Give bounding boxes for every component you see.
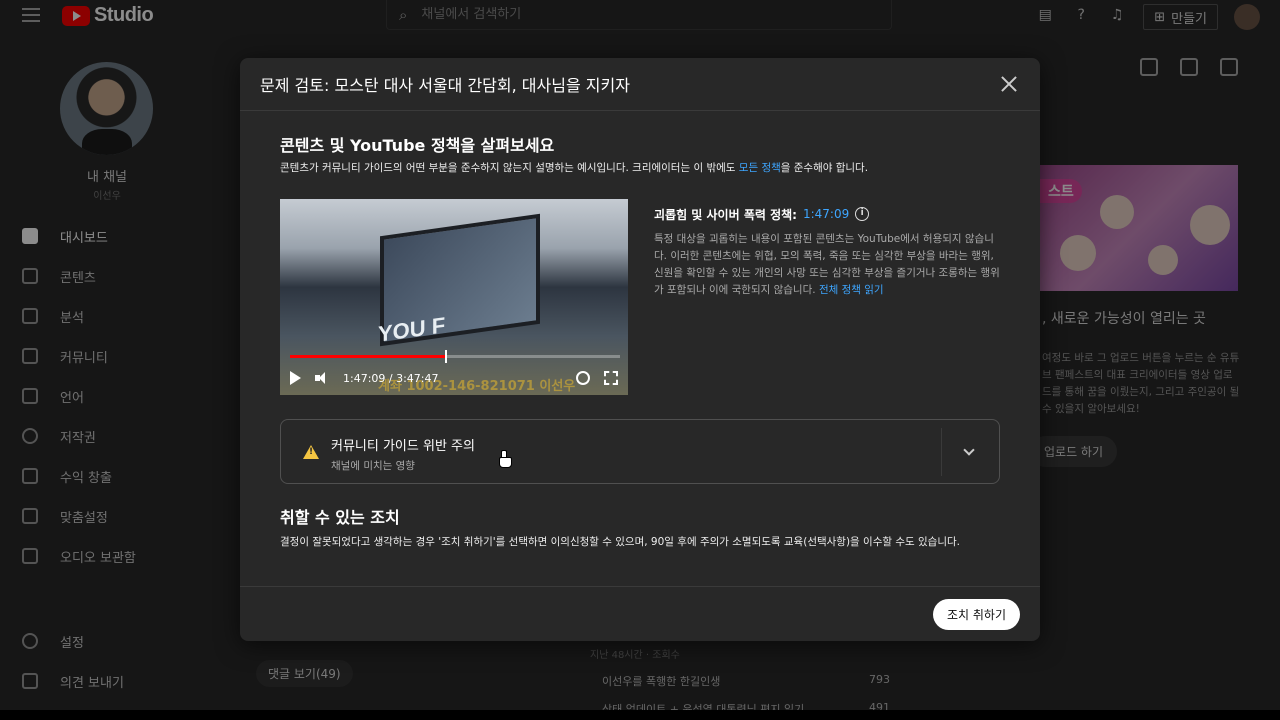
policy-title: 괴롭힘 및 사이버 폭력 정책: 1:47:09 i bbox=[654, 199, 1004, 229]
volume-icon[interactable] bbox=[315, 372, 329, 384]
progress-bar[interactable] bbox=[290, 350, 620, 363]
player-controls: 1:47:09 / 3:47:47 bbox=[280, 365, 628, 391]
take-action-button[interactable]: 조치 취하기 bbox=[932, 599, 1020, 630]
dialog-header: 문제 검토: 모스탄 대사 서울대 간담회, 대사님을 지키자 bbox=[240, 58, 1040, 111]
play-icon[interactable] bbox=[290, 371, 301, 385]
dialog-footer: 조치 취하기 bbox=[240, 586, 1040, 641]
close-icon[interactable] bbox=[1000, 75, 1018, 93]
desc-text: 콘텐츠가 커뮤니티 가이드의 어떤 부분을 준수하지 않는지 설명하는 예시입니… bbox=[280, 162, 739, 174]
desc-text: 을 준수해야 합니다. bbox=[780, 162, 869, 174]
fullscreen-icon[interactable] bbox=[604, 371, 618, 385]
policy-section-title: 콘텐츠 및 YouTube 정책을 살펴보세요 bbox=[280, 136, 555, 155]
actions-section-title: 취할 수 있는 조치 bbox=[280, 508, 400, 527]
chevron-down-icon[interactable] bbox=[963, 444, 975, 456]
player-settings-icon[interactable] bbox=[576, 371, 590, 385]
all-policies-link[interactable]: 모든 정책 bbox=[739, 162, 781, 174]
accordion-divider bbox=[941, 428, 942, 476]
studio-app: Studio ⌕ ▤ ? ♫ ⊞ 만들기 내 채널 이선우 대시보드 콘텐츠 분… bbox=[0, 0, 1280, 710]
accordion-title: 커뮤니티 가이드 위반 주의 bbox=[331, 439, 475, 454]
hand-cursor-icon bbox=[499, 450, 512, 468]
screen-bottom-edge bbox=[0, 710, 1280, 720]
dialog-body[interactable]: 콘텐츠 및 YouTube 정책을 살펴보세요 콘텐츠가 커뮤니티 가이드의 어… bbox=[240, 112, 1040, 586]
video-player[interactable]: YOU F 계좌 1002-146-821071 이선우 1:47:09 / 3… bbox=[280, 199, 628, 395]
timecode: 1:47:09 / 3:47:47 bbox=[343, 371, 439, 385]
policy-section-desc: 콘텐츠가 커뮤니티 가이드의 어떤 부분을 준수하지 않는지 설명하는 예시입니… bbox=[280, 160, 868, 175]
review-dialog: 문제 검토: 모스탄 대사 서울대 간담회, 대사님을 지키자 콘텐츠 및 Yo… bbox=[240, 58, 1040, 641]
policy-timestamp-link[interactable]: 1:47:09 bbox=[803, 207, 849, 221]
info-icon[interactable]: i bbox=[855, 207, 870, 221]
policy-text: 특정 대상을 괴롭히는 내용이 포함된 콘텐츠는 YouTube에서 허용되지 … bbox=[654, 231, 1004, 299]
actions-section-desc: 결정이 잘못되었다고 생각하는 경우 '조치 취하기'를 선택하면 이의신청할 … bbox=[280, 536, 960, 548]
progress-thumb[interactable] bbox=[445, 350, 448, 363]
accordion-subtitle: 채널에 미치는 영향 bbox=[331, 460, 415, 472]
policy-title-text: 괴롭힘 및 사이버 폭력 정책: bbox=[654, 207, 797, 222]
dialog-title: 문제 검토: 모스탄 대사 서울대 간담회, 대사님을 지키자 bbox=[260, 76, 630, 95]
strike-accordion[interactable]: 커뮤니티 가이드 위반 주의 채널에 미치는 영향 bbox=[280, 419, 1000, 484]
warning-icon bbox=[303, 445, 319, 459]
read-full-policy-link[interactable]: 전체 정책 읽기 bbox=[819, 284, 884, 296]
policy-panel: 괴롭힘 및 사이버 폭력 정책: 1:47:09 i 특정 대상을 괴롭히는 내… bbox=[654, 199, 1004, 299]
progress-fill bbox=[290, 355, 446, 358]
